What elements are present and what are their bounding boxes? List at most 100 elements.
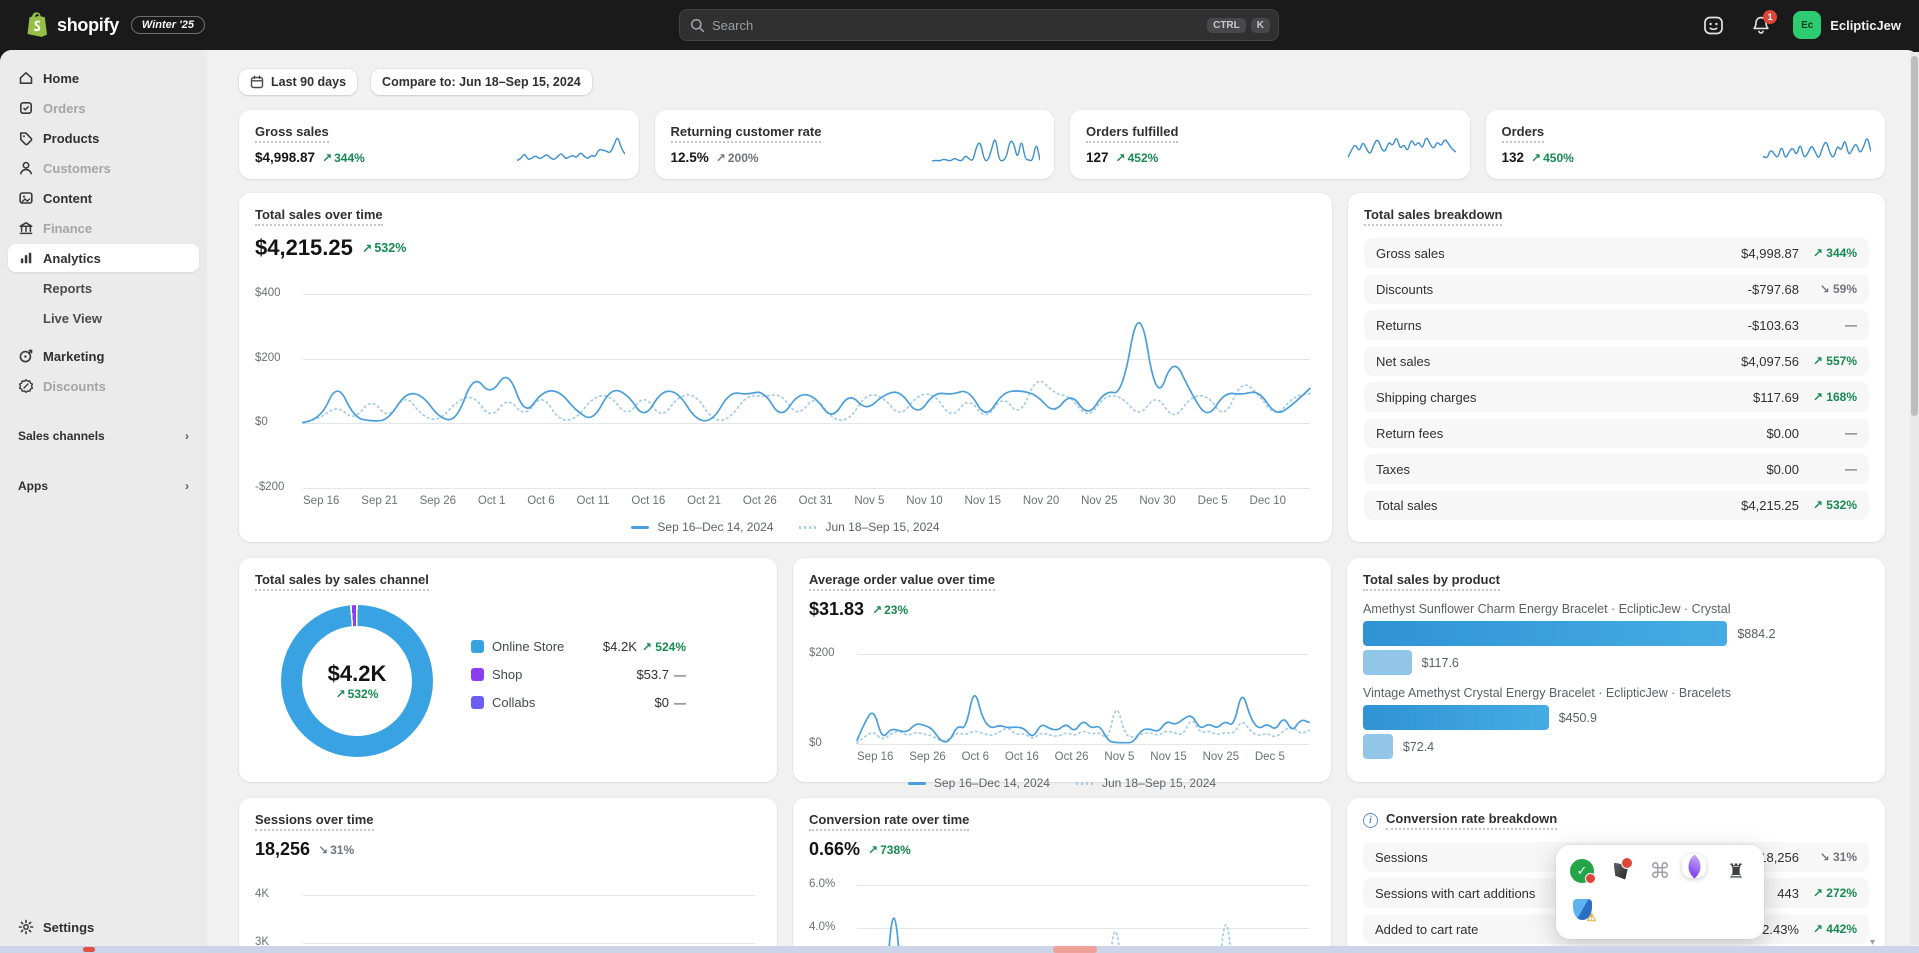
version-badge[interactable]: Winter '25	[131, 16, 205, 34]
card-title[interactable]: Conversion rate breakdown	[1386, 811, 1557, 830]
metric-title[interactable]: Returning customer rate	[671, 124, 822, 143]
table-row[interactable]: Returns-$103.63—	[1364, 310, 1869, 340]
card-title[interactable]: Total sales breakdown	[1364, 207, 1502, 226]
metric-title[interactable]: Gross sales	[255, 124, 329, 143]
row-value: $4,097.56	[1741, 354, 1799, 369]
product-item[interactable]: Vintage Amethyst Crystal Energy Bracelet…	[1363, 686, 1869, 759]
scrollbar-thumb[interactable]	[1911, 56, 1918, 416]
total-sales-breakdown-card: Total sales breakdown Gross sales$4,998.…	[1348, 193, 1885, 542]
sidebar-item-marketing[interactable]: Marketing	[8, 342, 199, 370]
metric-title[interactable]: Orders	[1502, 124, 1545, 143]
donut-center-value: $4.2K	[328, 661, 387, 687]
table-row[interactable]: Shipping charges$117.69↗ 168%	[1364, 382, 1869, 412]
channel-name: Collabs	[492, 695, 594, 710]
sidebar-item-live-view[interactable]: Live View	[8, 304, 199, 332]
previous-period-bar	[1363, 734, 1393, 759]
scrollbar-track[interactable]	[1910, 52, 1919, 945]
x-axis-tick: Nov 25	[1081, 495, 1117, 507]
header-actions: 1 Ec EclipticJew	[1697, 9, 1901, 41]
y-axis-tick: 4K	[255, 888, 269, 900]
sparkline-chart	[1348, 134, 1456, 164]
sidebar-item-content[interactable]: Content	[8, 184, 199, 212]
metric-card-gross-sales[interactable]: Gross sales $4,998.87 ↗344%	[239, 110, 639, 179]
current-period-bar	[1363, 705, 1549, 730]
check-badge-icon[interactable]: ✓	[1570, 859, 1594, 883]
store-menu[interactable]: Ec EclipticJew	[1793, 11, 1901, 39]
channel-legend-item[interactable]: Online Store$4.2K ↗ 524%	[471, 639, 761, 654]
table-row[interactable]: Gross sales$4,998.87↗ 344%	[1364, 238, 1869, 268]
caret-down-icon: ▾	[1870, 937, 1875, 948]
product-item[interactable]: Amethyst Sunflower Charm Energy Bracelet…	[1363, 602, 1869, 675]
sidebar-item-customers[interactable]: Customers	[8, 154, 199, 182]
date-range-button[interactable]: Last 90 days	[239, 69, 357, 95]
row-label: Returns	[1376, 318, 1748, 333]
aov-delta: ↗23%	[872, 603, 908, 617]
channel-legend-item[interactable]: Shop$53.7 —	[471, 667, 761, 682]
sidebar-section-sales-channels[interactable]: Sales channels›	[8, 422, 199, 450]
sales-by-product-card: Total sales by product Amethyst Sunflowe…	[1347, 558, 1885, 782]
row-delta: ↘ 59%	[1811, 282, 1857, 296]
x-axis-tick: Nov 15	[1150, 751, 1186, 763]
table-row[interactable]: Return fees$0.00—	[1364, 418, 1869, 448]
inbox-button[interactable]	[1697, 9, 1729, 41]
card-title[interactable]: Average order value over time	[809, 572, 995, 591]
metric-card-orders[interactable]: Orders 132 ↗450%	[1486, 110, 1886, 179]
sidebar-item-products[interactable]: Products	[8, 124, 199, 152]
tower-icon[interactable]: ♜	[1724, 859, 1748, 883]
clover-icon[interactable]: ⌘	[1648, 859, 1672, 883]
sessions-over-time-card: Sessions over time 18,256 ↘31% 4K3K	[239, 798, 777, 953]
table-row[interactable]: Net sales$4,097.56↗ 557%	[1364, 346, 1869, 376]
card-title[interactable]: Sessions over time	[255, 812, 374, 831]
metric-delta: ↗344%	[322, 151, 365, 165]
table-row[interactable]: Taxes$0.00—	[1364, 454, 1869, 484]
table-row[interactable]: Discounts-$797.68↘ 59%	[1364, 274, 1869, 304]
card-title[interactable]: Total sales by product	[1363, 572, 1500, 591]
card-title[interactable]: Total sales over time	[255, 207, 383, 226]
conversion-rate-card: Conversion rate over time 0.66% ↗738% 6.…	[793, 798, 1331, 953]
compare-button[interactable]: Compare to: Jun 18–Sep 15, 2024	[371, 69, 592, 95]
row-delta: ↘ 31%	[1811, 850, 1857, 864]
sidebar-item-settings[interactable]: Settings	[8, 913, 199, 941]
x-axis-tick: Oct 16	[1005, 751, 1039, 763]
channel-donut-chart: $4.2K ↗532%	[281, 605, 433, 757]
sidebar-section-apps[interactable]: Apps›	[8, 472, 199, 500]
card-title[interactable]: Total sales by sales channel	[255, 572, 429, 591]
current-period-bar	[1363, 621, 1727, 646]
ctrl-key: CTRL	[1207, 18, 1246, 33]
main-content: Last 90 days Compare to: Jun 18–Sep 15, …	[207, 50, 1919, 953]
chevron-right-icon: ›	[185, 479, 189, 493]
bar-value: $450.9	[1559, 711, 1597, 725]
sidebar-item-home[interactable]: Home	[8, 64, 199, 92]
sessions-value: 18,256	[255, 839, 310, 860]
shopify-bag-icon	[26, 12, 50, 38]
metric-value: 12.5%	[671, 150, 709, 165]
y-axis-tick: $400	[255, 287, 281, 299]
sessions-delta: ↘31%	[318, 843, 354, 857]
shopify-logo[interactable]: shopify	[26, 12, 119, 38]
metric-card-orders-fulfilled[interactable]: Orders fulfilled 127 ↗452%	[1070, 110, 1470, 179]
discounts-icon	[18, 378, 34, 394]
sidebar-item-discounts[interactable]: Discounts	[8, 372, 199, 400]
sidebar-item-reports[interactable]: Reports	[8, 274, 199, 302]
row-delta: ↗ 344%	[1811, 246, 1857, 260]
ribbon-alert-icon[interactable]	[1609, 859, 1633, 883]
legend-label: Jun 18–Sep 15, 2024	[825, 520, 939, 534]
metric-card-returning-rate[interactable]: Returning customer rate 12.5% ↗200%	[655, 110, 1055, 179]
search-input[interactable]: Search CTRL K	[679, 9, 1279, 41]
sidebar-item-analytics[interactable]: Analytics	[8, 244, 199, 272]
row-label: Shipping charges	[1376, 390, 1753, 405]
metric-title[interactable]: Orders fulfilled	[1086, 124, 1178, 143]
sidebar-item-orders[interactable]: Orders	[8, 94, 199, 122]
info-icon[interactable]: i	[1363, 813, 1378, 828]
aov-line-chart: $200$0Sep 16Sep 26Oct 6Oct 16Oct 26Nov 5…	[809, 634, 1315, 790]
sidebar-item-finance[interactable]: Finance	[8, 214, 199, 242]
card-title[interactable]: Conversion rate over time	[809, 812, 969, 831]
shield-warning-icon[interactable]	[1570, 897, 1594, 921]
feather-icon[interactable]	[1682, 854, 1706, 878]
notifications-button[interactable]: 1	[1745, 9, 1777, 41]
sidebar-nav: HomeOrdersProductsCustomersContentFinanc…	[8, 64, 199, 400]
channel-value: $0 —	[594, 695, 686, 710]
table-row[interactable]: Total sales$4,215.25↗ 532%	[1364, 490, 1869, 520]
channel-legend-item[interactable]: Collabs$0 —	[471, 695, 761, 710]
x-axis-tick: Dec 5	[1198, 495, 1228, 507]
